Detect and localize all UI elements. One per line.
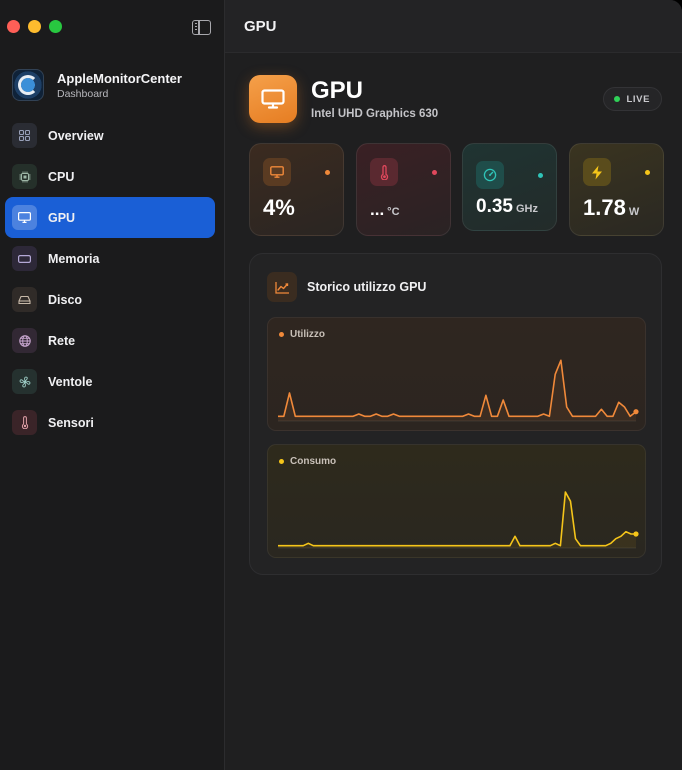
temperature-value: ... °C: [370, 200, 400, 219]
history-header: Storico utilizzo GPU: [267, 272, 426, 302]
sidebar-item-ventole[interactable]: Ventole: [5, 361, 215, 402]
sidebar-item-label: Overview: [48, 128, 104, 143]
power-chart-area: [278, 492, 636, 548]
app-subtitle: Dashboard: [57, 87, 109, 100]
globe-icon: [12, 328, 37, 353]
live-badge: LIVE: [603, 87, 662, 111]
stat-card-power: 1.78 W: [569, 143, 664, 236]
stat-card-frequency: 0.35 GHz: [462, 143, 557, 231]
sidebar-item-label: CPU: [48, 169, 75, 184]
sidebar-item-memoria[interactable]: Memoria: [5, 238, 215, 279]
usage-value: 4%: [263, 195, 295, 220]
usage-chart-plot: [278, 359, 639, 422]
history-title: Storico utilizzo GPU: [307, 280, 427, 294]
sidebar-item-label: Rete: [48, 333, 76, 348]
main-content: GPU GPU Intel UHD Graphics 630 LIVE 4% .…: [225, 0, 682, 770]
thermometer-icon: [12, 410, 37, 435]
app-brand: AppleMonitorCenter Dashboard: [12, 69, 182, 101]
window-titlebar: GPU: [225, 0, 682, 53]
gauge-icon: [476, 161, 504, 189]
display-icon: [263, 158, 291, 186]
sidebar-item-cpu[interactable]: CPU: [5, 156, 215, 197]
thermometer-icon: [370, 158, 398, 186]
sidebar-item-sensori[interactable]: Sensori: [5, 402, 215, 443]
usage-chart-area: [278, 360, 636, 421]
status-dot: [325, 170, 330, 175]
sidebar-item-label: GPU: [48, 210, 76, 225]
usage-chart-series-line: [278, 359, 637, 418]
history-panel: Storico utilizzo GPU Utilizzo Consumo: [249, 253, 662, 575]
power-chart-latest-point: [633, 531, 639, 537]
close-window-button[interactable]: [7, 20, 20, 33]
live-dot-icon: [614, 96, 621, 102]
grid-icon: [12, 123, 37, 148]
bolt-icon: [583, 158, 611, 186]
window-title: GPU: [244, 17, 277, 35]
stat-card-temperature: ... °C: [356, 143, 451, 236]
stat-card-usage: 4%: [249, 143, 344, 236]
power-chart-series-line: [278, 491, 636, 547]
live-label: LIVE: [626, 93, 650, 105]
sidebar-item-label: Ventole: [48, 374, 93, 389]
sidebar-item-label: Memoria: [48, 251, 100, 266]
power-value: 1.78 W: [583, 195, 640, 220]
gpu-display-icon: [249, 75, 297, 123]
frequency-value: 0.35 GHz: [476, 196, 538, 217]
sidebar-item-overview[interactable]: Overview: [5, 115, 215, 156]
zoom-window-button[interactable]: [49, 20, 62, 33]
usage-chart-latest-point: [633, 409, 639, 415]
sidebar-item-disco[interactable]: Disco: [5, 279, 215, 320]
display-icon: [12, 205, 37, 230]
status-dot: [645, 170, 650, 175]
power-chart-plot: [278, 491, 639, 549]
app-window: AppleMonitorCenter Dashboard Overview CP…: [0, 0, 682, 770]
app-name: AppleMonitorCenter: [57, 70, 182, 86]
page-header: GPU Intel UHD Graphics 630 LIVE: [249, 75, 662, 125]
status-dot: [538, 173, 543, 178]
gpu-model: Intel UHD Graphics 630: [311, 108, 439, 120]
memory-icon: [12, 246, 37, 271]
sidebar-item-gpu[interactable]: GPU: [5, 197, 215, 238]
status-dot: [432, 170, 437, 175]
minimize-window-button[interactable]: [28, 20, 41, 33]
usage-chart: Utilizzo: [267, 317, 646, 431]
power-chart: Consumo: [267, 444, 646, 558]
sidebar-nav: Overview CPU GPU Memoria Disco Rete Vent…: [5, 115, 215, 443]
window-controls: [7, 20, 62, 33]
sidebar-toggle-icon[interactable]: [192, 20, 211, 35]
app-logo-icon: [12, 69, 44, 101]
fan-icon: [12, 369, 37, 394]
sidebar-item-label: Sensori: [48, 415, 94, 430]
page-title: GPU: [311, 77, 364, 104]
chart-line-icon: [267, 272, 297, 302]
drive-icon: [12, 287, 37, 312]
sidebar-item-label: Disco: [48, 292, 83, 307]
chip-icon: [12, 164, 37, 189]
sidebar-item-rete[interactable]: Rete: [5, 320, 215, 361]
sidebar: AppleMonitorCenter Dashboard Overview CP…: [0, 0, 225, 770]
